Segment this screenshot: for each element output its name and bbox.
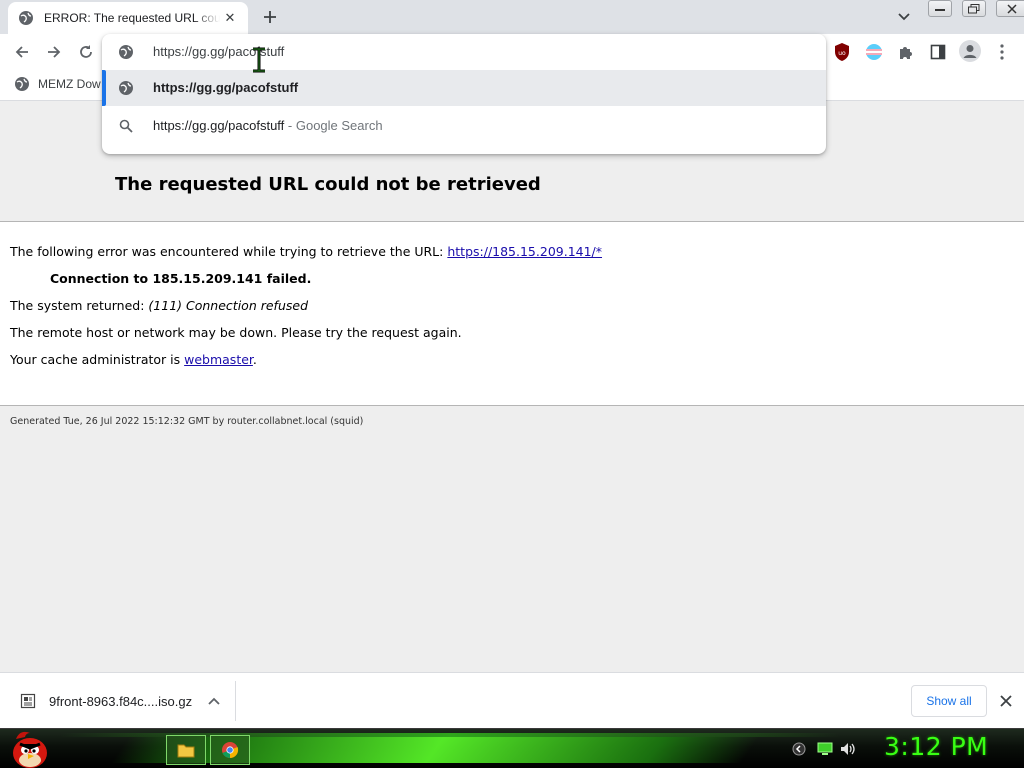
network-icon[interactable] xyxy=(817,741,833,757)
system-returned-line: The system returned: (111) Connection re… xyxy=(10,298,308,313)
show-all-button[interactable]: Show all xyxy=(911,685,987,717)
arrow-left-icon[interactable] xyxy=(10,40,34,64)
suggestion-search-text: https://gg.gg/pacofstuff - Google Search xyxy=(153,118,383,133)
suggestion-search-suffix: - Google Search xyxy=(284,118,383,133)
chevron-down-icon[interactable] xyxy=(893,7,915,27)
pride-flag-extension-icon[interactable] xyxy=(864,42,884,62)
globe-icon xyxy=(118,44,134,60)
remote-host-text: The remote host or network may be down. … xyxy=(10,325,462,340)
taskbar-clock[interactable]: 3:12 PM xyxy=(884,732,988,761)
start-button-angry-bird-icon[interactable] xyxy=(6,729,50,768)
search-icon xyxy=(118,118,134,134)
generated-footer: Generated Tue, 26 Jul 2022 15:12:32 GMT … xyxy=(10,416,364,427)
tab-title: ERROR: The requested URL could not be re… xyxy=(44,11,220,25)
suggestion-url[interactable]: https://gg.gg/pacofstuff xyxy=(102,70,826,106)
download-item[interactable]: 9front-8963.f84c....iso.gz xyxy=(10,681,236,721)
ublock-origin-icon[interactable]: uo xyxy=(832,42,852,62)
webmaster-link[interactable]: webmaster xyxy=(184,352,253,367)
tab-active[interactable]: ERROR: The requested URL could not be re… xyxy=(8,2,248,34)
side-panel-icon[interactable] xyxy=(928,42,948,62)
puzzle-extensions-icon[interactable] xyxy=(896,42,916,62)
globe-icon xyxy=(118,80,134,96)
new-tab-icon[interactable] xyxy=(258,5,282,29)
failed-url-link[interactable]: https://185.15.209.141/* xyxy=(447,244,602,259)
download-shelf: 9front-8963.f84c....iso.gz Show all xyxy=(0,672,1024,728)
cache-admin-label: Your cache administrator is xyxy=(10,352,185,367)
reload-icon[interactable] xyxy=(74,40,98,64)
globe-icon xyxy=(14,76,30,92)
chevron-up-icon[interactable] xyxy=(206,693,222,709)
cache-admin-period: . xyxy=(252,352,257,367)
error-intro-line: The following error was encountered whil… xyxy=(10,244,602,259)
address-bar[interactable]: https://gg.gg/pacofstuff xyxy=(102,34,826,70)
tab-close-icon[interactable]: ✕ xyxy=(222,10,238,26)
restore-icon[interactable] xyxy=(962,0,986,17)
more-menu-icon[interactable] xyxy=(992,42,1012,62)
window-close-icon[interactable] xyxy=(996,0,1024,17)
taskbar-glow xyxy=(110,737,760,763)
archive-file-icon xyxy=(20,693,36,709)
bookmark-item[interactable]: MEMZ Dow xyxy=(14,76,101,92)
close-icon[interactable] xyxy=(997,692,1015,710)
error-details: The following error was encountered whil… xyxy=(0,221,1024,406)
address-input[interactable]: https://gg.gg/pacofstuff xyxy=(153,44,284,59)
arrow-right-icon[interactable] xyxy=(42,40,66,64)
omnibox-dropdown: https://gg.gg/pacofstuff https://gg.gg/p… xyxy=(102,34,826,154)
svg-text:uo: uo xyxy=(838,50,846,57)
globe-icon xyxy=(18,10,34,26)
minimize-icon[interactable] xyxy=(928,0,952,17)
bookmark-label: MEMZ Dow xyxy=(38,77,101,91)
taskbar: 3:12 PM xyxy=(0,728,1024,768)
system-returned-error: (111) Connection refused xyxy=(148,298,308,313)
suggestion-search-query: https://gg.gg/pacofstuff xyxy=(153,118,285,133)
volume-icon[interactable] xyxy=(840,741,856,757)
connection-failed-text: Connection to 185.15.209.141 failed. xyxy=(50,271,312,286)
chrome-icon[interactable] xyxy=(210,735,250,765)
error-intro-text: The following error was encountered whil… xyxy=(10,244,448,259)
tray-arrow-icon[interactable] xyxy=(791,741,807,757)
page-title: The requested URL could not be retrieved xyxy=(115,174,541,195)
download-filename: 9front-8963.f84c....iso.gz xyxy=(49,693,193,709)
window-controls xyxy=(928,0,1024,17)
file-explorer-icon[interactable] xyxy=(166,735,206,765)
system-returned-label: The system returned: xyxy=(10,298,149,313)
profile-avatar-icon[interactable] xyxy=(959,40,981,62)
suggestion-search[interactable]: https://gg.gg/pacofstuff - Google Search xyxy=(102,108,826,144)
cache-admin-line: Your cache administrator is webmaster. xyxy=(10,352,257,367)
suggestion-url-text: https://gg.gg/pacofstuff xyxy=(153,80,299,95)
tab-strip: ERROR: The requested URL could not be re… xyxy=(0,0,1024,34)
